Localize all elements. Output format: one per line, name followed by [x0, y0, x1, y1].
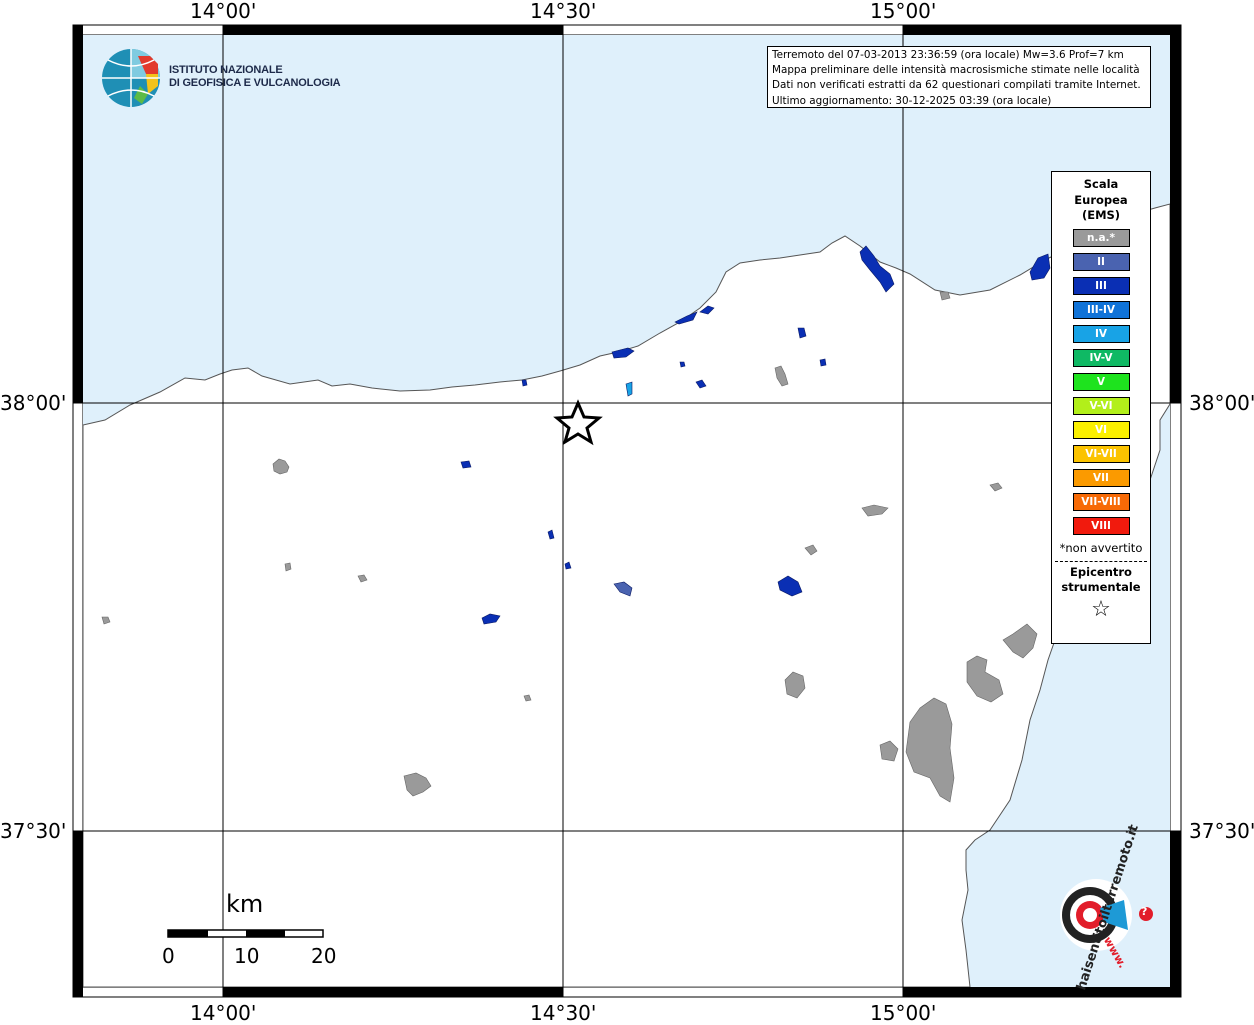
scale-tick-10: 10 [234, 944, 260, 968]
lon-label-top-1400: 14°00' [190, 0, 257, 23]
locality-iii [460, 460, 472, 469]
locality-iii [521, 379, 528, 387]
lon-label-top-1500: 15°00' [870, 0, 937, 23]
legend-swatch: II [1072, 252, 1130, 271]
site-badge-question: ? [1141, 905, 1148, 918]
ingv-logo-line2: DI GEOFISICA E VULCANOLOGIA [169, 77, 341, 89]
info-line-source: Dati non verificati estratti da 62 quest… [772, 79, 1141, 92]
legend-swatch: VIII [1072, 516, 1130, 535]
locality-iii [819, 358, 827, 367]
legend-swatch: III [1072, 276, 1130, 295]
info-line-description: Mappa preliminare delle intensità macros… [772, 64, 1140, 77]
lat-label-left-3730: 37°30' [0, 819, 67, 843]
locality-iii [679, 361, 686, 368]
scale-bar [167, 929, 324, 938]
lon-label-bottom-1400: 14°00' [190, 1001, 257, 1025]
legend-title-line: (EMS) [1081, 208, 1121, 222]
info-line-updated: Ultimo aggiornamento: 30-12-2025 03:39 (… [772, 94, 1052, 107]
lon-label-bottom-1430: 14°30' [530, 1001, 597, 1025]
legend-epicenter-line: Epicentro [1070, 564, 1132, 579]
legend-title-line: Europea [1074, 192, 1128, 207]
lon-label-top-1430: 14°30' [530, 0, 597, 23]
lon-label-bottom-1500: 15°00' [870, 1001, 937, 1025]
legend-swatch: VI-VII [1072, 444, 1130, 463]
event-info-box: Terremoto del 07-03-2013 23:36:59 (ora l… [767, 46, 1151, 108]
legend-swatch: VI [1072, 420, 1130, 439]
legend-swatch: IV-V [1072, 348, 1130, 367]
legend-swatch: VII-VIII [1072, 492, 1130, 511]
legend-swatch: VII [1072, 468, 1130, 487]
lat-label-right-3800: 38°00' [1189, 391, 1254, 415]
scale-tick-0: 0 [162, 944, 175, 968]
lat-label-right-3730: 37°30' [1189, 819, 1254, 843]
legend-swatch: n.a.* [1072, 228, 1130, 247]
legend-swatch: III-IV [1072, 300, 1130, 319]
legend-epicenter-title: Epicentro strumentale [1052, 565, 1150, 596]
legend-swatch: V-VI [1072, 396, 1130, 415]
ems-legend: Scala Europea (EMS) n.a.* II III III-IV IV IV… [1051, 171, 1151, 644]
legend-title-line: Scala [1083, 177, 1119, 191]
legend-title: Scala Europea (EMS) [1052, 177, 1150, 224]
ingv-globe-icon [102, 49, 160, 107]
legend-swatch: IV [1072, 324, 1130, 343]
legend-items: n.a.* II III III-IV IV IV-V V V-VI VI VI-VII VII VI… [1052, 228, 1150, 535]
scale-tick-20: 20 [311, 944, 337, 968]
legend-na-note: *non avvertito [1059, 540, 1143, 555]
scale-unit-label: km [226, 890, 264, 918]
legend-epicenter-line: strumentale [1061, 580, 1141, 594]
ingv-logo-text: ISTITUTO NAZIONALE DI GEOFISICA E VULCAN… [169, 64, 341, 90]
info-line-event: Terremoto del 07-03-2013 23:36:59 (ora l… [772, 49, 1124, 61]
legend-divider [1055, 560, 1147, 562]
legend-swatch: V [1072, 372, 1130, 391]
ingv-logo-line1: ISTITUTO NAZIONALE [169, 64, 283, 76]
epicenter-star-icon: ☆ [1091, 596, 1111, 622]
lat-label-left-3800: 38°00' [0, 391, 67, 415]
